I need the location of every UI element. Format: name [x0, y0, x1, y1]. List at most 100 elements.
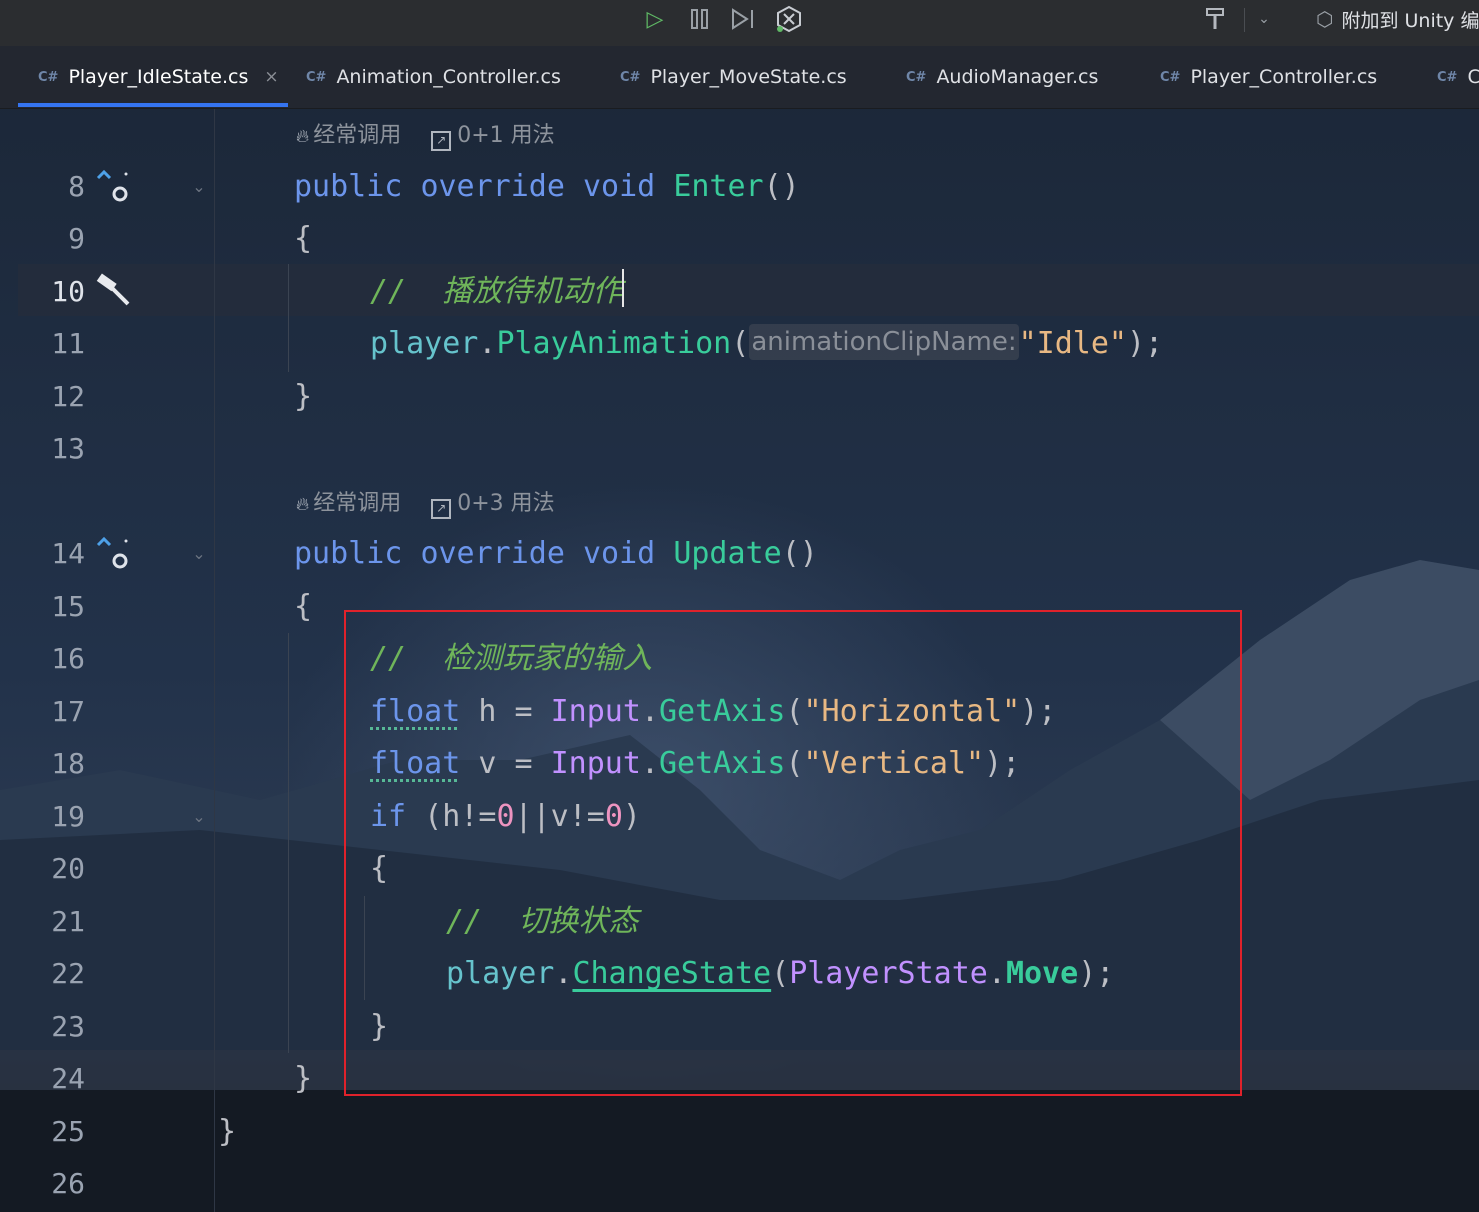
line-number: 13 [51, 432, 85, 465]
code-line-14[interactable]: public override void Update() [294, 528, 818, 580]
tab-player-idlestate[interactable]: C# Player_IdleState.cs × [38, 46, 279, 108]
override-marker-icon[interactable] [96, 535, 132, 575]
usage-count[interactable]: 0+3 用法 [457, 491, 554, 516]
punctuation: ( [731, 326, 750, 361]
usage-count[interactable]: 0+1 用法 [457, 123, 554, 148]
attach-to-unity-button[interactable]: ⬡ 附加到 Unity 编 [1316, 4, 1479, 34]
line-number: 14 [51, 537, 85, 570]
call-frequency: 经常调用 [313, 123, 402, 148]
punctuation: () [763, 169, 800, 204]
line-number: 16 [51, 642, 85, 675]
code-line-10[interactable]: // 播放待机动作 [370, 266, 625, 318]
indent-guide [288, 264, 289, 372]
call-frequency: 经常调用 [313, 491, 402, 516]
line-number: 19 [51, 800, 85, 833]
override-marker-icon[interactable] [96, 168, 132, 208]
tab-animation-controller[interactable]: C# Animation_Controller.cs [306, 46, 561, 108]
code-line-15[interactable]: { [294, 581, 312, 633]
line-number: 24 [51, 1062, 85, 1095]
line-number: 20 [51, 852, 85, 885]
step-icon[interactable] [729, 4, 759, 34]
string-literal: "Idle" [1018, 326, 1127, 361]
editor-tabs: C# Player_IdleState.cs × C# Animation_Co… [0, 46, 1479, 109]
tab-overflow[interactable]: C# C [1437, 46, 1479, 108]
csharp-file-icon: C# [306, 69, 327, 85]
chevron-down-icon[interactable]: ⌄ [1253, 4, 1275, 34]
fold-chevron-icon[interactable]: ⌄ [188, 528, 210, 580]
attach-icon: ⬡ [1316, 7, 1334, 31]
line-number: 11 [51, 327, 85, 360]
usages-icon: ↗ [431, 499, 452, 519]
line-number: 23 [51, 1010, 85, 1043]
tab-audiomanager[interactable]: C# AudioManager.cs [906, 46, 1098, 108]
tab-player-controller[interactable]: C# Player_Controller.cs [1160, 46, 1377, 108]
top-toolbar: ▷ ⌄ ⬡ 附加到 Unity 编 [0, 0, 1479, 47]
keyword: void [583, 169, 656, 204]
flame-icon: 🔥︎ [296, 494, 310, 515]
comment-text: 播放待机动作 [442, 274, 623, 309]
keyword: public [294, 536, 403, 571]
csharp-file-icon: C# [906, 69, 927, 85]
close-icon[interactable]: × [264, 67, 278, 87]
tab-label: C [1467, 66, 1479, 88]
method-name: Enter [673, 169, 764, 204]
pause-icon[interactable] [686, 4, 714, 34]
line-number: 21 [51, 905, 85, 938]
code-line-11[interactable]: player.PlayAnimation(animationClipName:"… [370, 318, 1163, 370]
code-vision-hint[interactable]: 🔥︎ 经常调用 ↗ 0+1 用法 [296, 116, 555, 156]
method-name: PlayAnimation [496, 326, 732, 361]
line-number: 10 [51, 275, 85, 308]
csharp-file-icon: C# [38, 69, 59, 85]
line-number: 22 [51, 957, 85, 990]
line-number: 9 [68, 222, 85, 255]
tab-label: Player_IdleState.cs [68, 66, 249, 88]
tab-player-movestate[interactable]: C# Player_MoveState.cs [620, 46, 847, 108]
code-line-8[interactable]: public override void Enter() [294, 161, 800, 213]
highlight-box [344, 610, 1242, 1096]
punctuation: () [781, 536, 818, 571]
run-icon[interactable]: ▷ [640, 4, 670, 34]
indent-guide [288, 633, 289, 1053]
brush-icon[interactable] [1200, 4, 1230, 34]
line-number: 15 [51, 590, 85, 623]
line-number: 17 [51, 695, 85, 728]
code-line-24[interactable]: } [294, 1053, 312, 1105]
keyword: public [294, 169, 403, 204]
keyword: override [420, 536, 565, 571]
text-caret [622, 269, 625, 307]
identifier: player [370, 326, 479, 361]
line-number: 12 [51, 380, 85, 413]
flame-icon: 🔥︎ [296, 126, 310, 147]
code-editor[interactable]: 8 9 10 11 12 13 14 15 16 17 18 19 20 21 … [0, 108, 1479, 1212]
fold-chevron-icon[interactable]: ⌄ [188, 791, 210, 843]
method-name: Update [673, 536, 782, 571]
punctuation: ); [1126, 326, 1164, 361]
code-line-25[interactable]: } [218, 1106, 236, 1158]
line-number: 26 [51, 1167, 85, 1200]
line-number: 25 [51, 1115, 85, 1148]
csharp-file-icon: C# [1437, 69, 1458, 85]
csharp-file-icon: C# [1160, 69, 1181, 85]
toolbar-separator [1244, 8, 1245, 32]
current-line-highlight [18, 264, 1479, 316]
tab-label: AudioManager.cs [936, 66, 1099, 88]
parameter-inlay-hint: animationClipName: [749, 324, 1019, 360]
tab-label: Animation_Controller.cs [336, 66, 561, 88]
comment-slashes: // [370, 274, 407, 309]
hammer-icon[interactable] [96, 272, 132, 312]
gutter-separator [214, 108, 215, 1212]
line-number: 8 [68, 170, 85, 203]
attach-label: 附加到 Unity 编 [1341, 9, 1479, 32]
punctuation: . [478, 326, 497, 361]
csharp-file-icon: C# [620, 69, 641, 85]
code-vision-hint[interactable]: 🔥︎ 经常调用 ↗ 0+3 用法 [296, 484, 555, 524]
line-number: 18 [51, 747, 85, 780]
unity-debug-icon[interactable] [772, 4, 806, 34]
tab-label: Player_MoveState.cs [650, 66, 847, 88]
code-line-12[interactable]: } [294, 371, 312, 423]
code-line-9[interactable]: { [294, 213, 312, 265]
active-tab-indicator [18, 103, 288, 107]
tab-label: Player_Controller.cs [1190, 66, 1378, 88]
usages-icon: ↗ [431, 131, 452, 151]
fold-chevron-icon[interactable]: ⌄ [188, 161, 210, 213]
